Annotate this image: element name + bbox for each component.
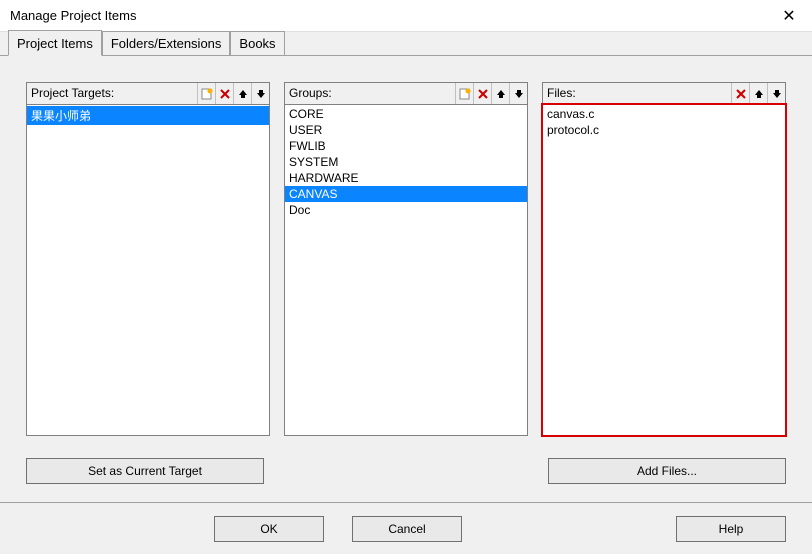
arrow-up-icon [753, 88, 765, 100]
new-icon [459, 88, 471, 100]
panel-label: Project Targets: [27, 83, 118, 104]
move-file-up-button[interactable] [749, 83, 767, 104]
list-item[interactable]: protocol.c [543, 122, 785, 138]
delete-group-button[interactable] [473, 83, 491, 104]
panels-container: Project Targets: 果果小师弟 [0, 56, 812, 446]
panel-tools [731, 83, 785, 104]
delete-target-button[interactable] [215, 83, 233, 104]
spacer [264, 458, 548, 484]
list-item[interactable]: SYSTEM [285, 154, 527, 170]
files-panel: Files: canvas.cprotocol.c [542, 82, 786, 436]
add-files-button[interactable]: Add Files... [548, 458, 786, 484]
move-file-down-button[interactable] [767, 83, 785, 104]
panel-label: Groups: [285, 83, 336, 104]
new-icon [201, 88, 213, 100]
panel-buttons-row: Set as Current Target Add Files... [0, 446, 812, 502]
arrow-down-icon [255, 88, 267, 100]
set-current-target-button[interactable]: Set as Current Target [26, 458, 264, 484]
close-icon: ✕ [782, 6, 795, 26]
cancel-button[interactable]: Cancel [352, 516, 462, 542]
arrow-down-icon [513, 88, 525, 100]
tab-project-items[interactable]: Project Items [8, 30, 102, 56]
tab-books[interactable]: Books [230, 31, 284, 55]
list-item[interactable]: FWLIB [285, 138, 527, 154]
ok-button[interactable]: OK [214, 516, 324, 542]
arrow-up-icon [495, 88, 507, 100]
list-item[interactable]: Doc [285, 202, 527, 218]
tab-label: Books [239, 36, 275, 51]
dialog-mid-buttons: OK Cancel [0, 516, 676, 542]
project-targets-list[interactable]: 果果小师弟 [26, 104, 270, 436]
list-item[interactable]: CORE [285, 106, 527, 122]
arrow-up-icon [237, 88, 249, 100]
titlebar: Manage Project Items ✕ [0, 0, 812, 32]
panel-tools [455, 83, 527, 104]
move-target-down-button[interactable] [251, 83, 269, 104]
dialog-window: Manage Project Items ✕ Project Items Fol… [0, 0, 812, 554]
groups-panel: Groups: COREUSERFWLIBSYSTEMHA [284, 82, 528, 436]
new-target-button[interactable] [197, 83, 215, 104]
help-button[interactable]: Help [676, 516, 786, 542]
dialog-button-bar: OK Cancel Help [0, 502, 812, 554]
files-list[interactable]: canvas.cprotocol.c [542, 104, 786, 436]
tab-label: Project Items [17, 36, 93, 51]
window-title: Manage Project Items [10, 8, 136, 23]
tabstrip: Project Items Folders/Extensions Books [0, 32, 812, 56]
tab-label: Folders/Extensions [111, 36, 222, 51]
list-item[interactable]: CANVAS [285, 186, 527, 202]
list-item[interactable]: HARDWARE [285, 170, 527, 186]
delete-icon [735, 88, 747, 100]
panel-header: Files: [542, 82, 786, 104]
delete-icon [219, 88, 231, 100]
list-item[interactable]: canvas.c [543, 106, 785, 122]
panel-header: Groups: [284, 82, 528, 104]
delete-icon [477, 88, 489, 100]
list-item[interactable]: USER [285, 122, 527, 138]
move-target-up-button[interactable] [233, 83, 251, 104]
move-group-down-button[interactable] [509, 83, 527, 104]
project-targets-panel: Project Targets: 果果小师弟 [26, 82, 270, 436]
move-group-up-button[interactable] [491, 83, 509, 104]
delete-file-button[interactable] [731, 83, 749, 104]
tab-folders-extensions[interactable]: Folders/Extensions [102, 31, 231, 55]
list-item[interactable]: 果果小师弟 [27, 106, 269, 125]
panel-header: Project Targets: [26, 82, 270, 104]
panel-tools [197, 83, 269, 104]
groups-list[interactable]: COREUSERFWLIBSYSTEMHARDWARECANVASDoc [284, 104, 528, 436]
close-button[interactable]: ✕ [766, 0, 812, 32]
new-group-button[interactable] [455, 83, 473, 104]
arrow-down-icon [771, 88, 783, 100]
panel-label: Files: [543, 83, 580, 104]
